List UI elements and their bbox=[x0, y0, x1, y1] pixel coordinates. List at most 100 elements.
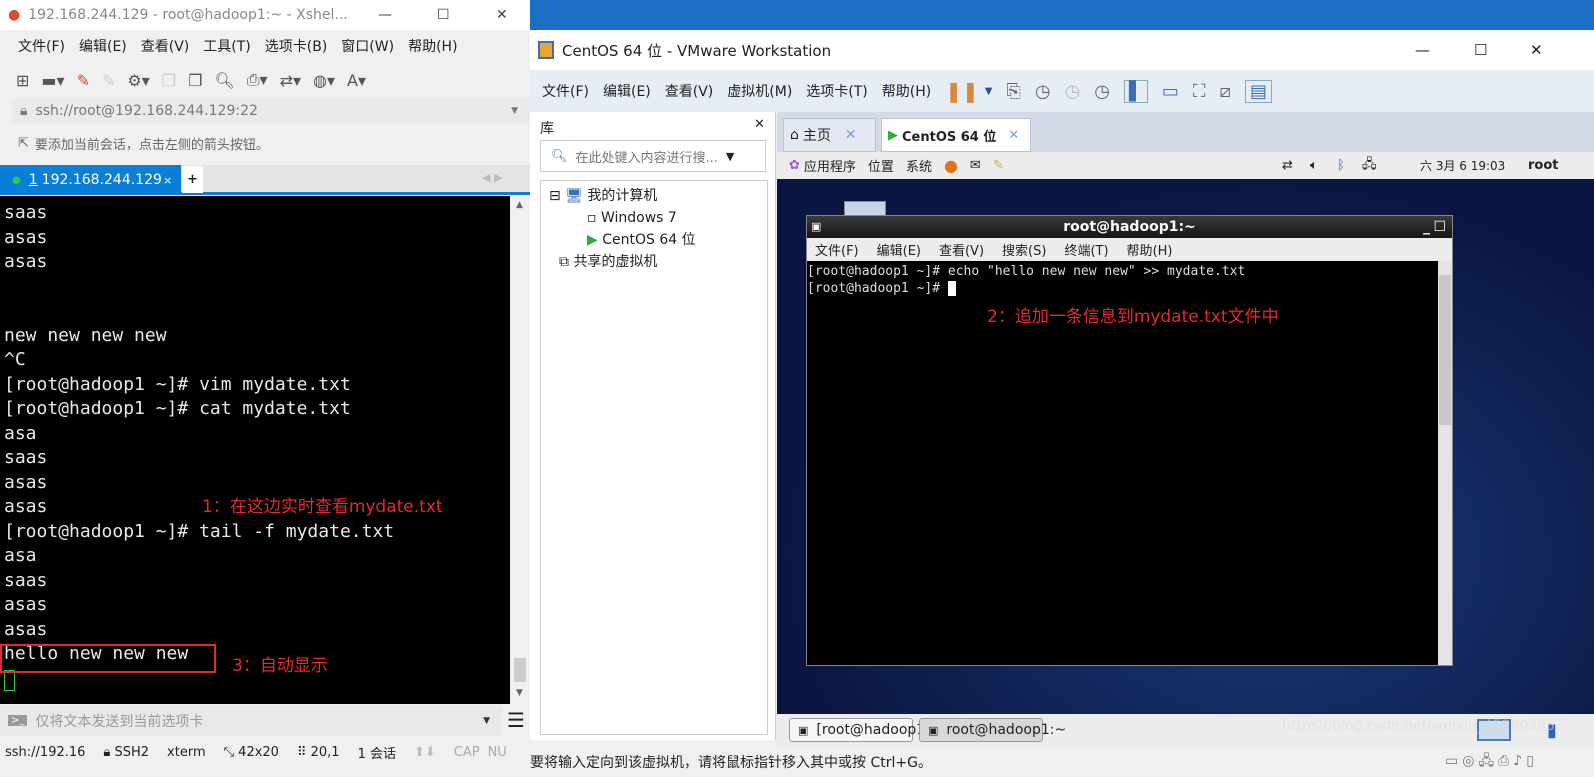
taskbar-item-terminal-2[interactable]: ▣ root@hadoop1:~ bbox=[919, 718, 1066, 742]
paste-icon[interactable]: ❐ bbox=[188, 71, 202, 90]
print-icon[interactable]: ⎙▾ bbox=[247, 70, 268, 90]
menu-file[interactable]: 文件(F) bbox=[815, 240, 859, 259]
maximize-button[interactable]: ☐ bbox=[437, 7, 450, 23]
menu-help[interactable]: 帮助(H) bbox=[408, 36, 457, 56]
menu-terminal[interactable]: 终端(T) bbox=[1064, 240, 1108, 259]
menu-help[interactable]: 帮助(H) bbox=[1127, 240, 1173, 259]
network-manager-icon[interactable]: 🖧 bbox=[1362, 155, 1377, 177]
guest-clock[interactable]: 六 3月 6 19:03 bbox=[1420, 157, 1505, 174]
send-input[interactable]: 仅将文本发送到当前选项卡 bbox=[35, 711, 203, 731]
tab-home[interactable]: ⌂ 主页 ✕ bbox=[783, 118, 876, 152]
bluetooth-icon[interactable]: ᛒ bbox=[1337, 158, 1345, 173]
library-close-icon[interactable]: ✕ bbox=[754, 117, 765, 132]
snapshot-icon[interactable]: ◷ bbox=[1035, 81, 1051, 102]
tree-shared-vms[interactable]: ⧉ 共享的虚拟机 bbox=[549, 251, 759, 273]
scrollbar-thumb[interactable] bbox=[1439, 275, 1451, 425]
address-bar[interactable]: 🔒︎ ssh://root@192.168.244.129:22 ▼ bbox=[12, 98, 530, 124]
send-ctrl-alt-del-icon[interactable]: ⎘ bbox=[1006, 81, 1020, 102]
minimize-button[interactable]: — bbox=[378, 7, 392, 23]
network-icon[interactable]: ⇄ bbox=[1282, 158, 1293, 173]
menu-window[interactable]: 窗口(W) bbox=[341, 36, 394, 56]
globe-icon[interactable]: ◍▾ bbox=[313, 71, 335, 90]
guest-terminal-scrollbar[interactable] bbox=[1438, 261, 1452, 665]
unity-icon[interactable]: ⧄ bbox=[1219, 81, 1230, 102]
maximize-button[interactable]: ☐ bbox=[1474, 41, 1487, 59]
menu-view[interactable]: 查看(V) bbox=[939, 240, 984, 259]
properties-icon[interactable]: ⚙▾ bbox=[127, 71, 149, 90]
firefox-icon[interactable]: ● bbox=[944, 156, 958, 175]
tab-centos[interactable]: ▶ CentOS 64 位 ✕ bbox=[881, 118, 1031, 152]
menu-edit[interactable]: 编辑(E) bbox=[603, 81, 651, 101]
revert-snapshot-icon[interactable]: ◷ bbox=[1065, 81, 1081, 102]
minimize-button[interactable]: _ bbox=[1423, 216, 1430, 238]
terminal-output[interactable]: saas asas asas new new new new ^C [root@hadoo… bbox=[0, 196, 510, 704]
menu-file[interactable]: 文件(F) bbox=[18, 36, 65, 56]
taskbar-item-terminal-1[interactable]: ▣ [root@hadoop1:~/... bbox=[789, 718, 960, 742]
close-button[interactable]: ✕ bbox=[1530, 41, 1543, 59]
find-icon[interactable]: 🔍︎ bbox=[214, 71, 234, 90]
open-folder-icon[interactable]: ▬▾ bbox=[41, 71, 64, 90]
scrollbar-thumb[interactable] bbox=[514, 658, 526, 682]
console-view-icon[interactable]: ▤ bbox=[1244, 79, 1272, 103]
menu-edit[interactable]: 编辑(E) bbox=[877, 240, 921, 259]
address-dropdown-icon[interactable]: ▼ bbox=[511, 106, 518, 116]
tree-vm-windows7[interactable]: ▫ Windows 7 bbox=[549, 207, 759, 229]
tree-vm-centos[interactable]: ▶ CentOS 64 位 bbox=[549, 229, 759, 251]
full-screen-icon[interactable]: ⛶ bbox=[1193, 81, 1206, 102]
pause-icon[interactable]: ❚❚ bbox=[945, 79, 979, 103]
menu-tabs[interactable]: 选项卡(T) bbox=[806, 81, 867, 101]
send-dropdown-icon[interactable]: ▼ bbox=[483, 716, 490, 726]
show-library-icon[interactable]: ▌ bbox=[1124, 79, 1148, 103]
tab-scroll-arrows-icon[interactable]: ◀ ▶ bbox=[482, 171, 502, 184]
copy-icon[interactable]: ❐ bbox=[162, 71, 176, 90]
menu-file[interactable]: 文件(F) bbox=[542, 81, 589, 101]
address-text[interactable]: ssh://root@192.168.244.129:22 bbox=[35, 103, 257, 119]
terminal-scrollbar[interactable]: ▲ ▼ bbox=[510, 196, 530, 704]
tab-close-icon[interactable]: ✕ bbox=[1008, 128, 1019, 143]
library-search[interactable]: 🔍︎ 在此处键入内容进行搜... ▼ bbox=[540, 140, 766, 172]
notes-icon[interactable]: ✎ bbox=[993, 158, 1004, 173]
snapshot-manager-icon[interactable]: ◷ bbox=[1094, 81, 1110, 102]
menu-search[interactable]: 搜索(S) bbox=[1002, 240, 1046, 259]
menu-tabs[interactable]: 选项卡(B) bbox=[265, 36, 328, 56]
menu-help[interactable]: 帮助(H) bbox=[882, 81, 931, 101]
guest-terminal-window[interactable]: ▣ root@hadoop1:~ _ ☐ 文件(F) 编辑(E) 查看(V) 搜… bbox=[806, 215, 1453, 666]
mail-icon[interactable]: ✉ bbox=[970, 158, 981, 173]
tab-close-icon[interactable]: × bbox=[163, 174, 172, 187]
close-button[interactable]: ✕ bbox=[496, 7, 508, 23]
terminal-line: [root@hadoop1 ~]# tail -f mydate.txt bbox=[4, 520, 395, 542]
tab-close-icon[interactable]: ✕ bbox=[845, 127, 857, 143]
menu-edit[interactable]: 编辑(E) bbox=[79, 36, 127, 56]
annotation-3: 3：自动显示 bbox=[232, 656, 328, 676]
connect-icon[interactable]: ✎ bbox=[77, 71, 90, 90]
tab-session-1[interactable]: ● 1 192.168.244.129 × bbox=[0, 165, 181, 195]
volume-icon[interactable]: 🔈︎ bbox=[1310, 158, 1318, 173]
guest-menu-system[interactable]: 系统 bbox=[906, 156, 932, 175]
font-icon[interactable]: A▾ bbox=[347, 71, 366, 90]
guest-terminal-titlebar[interactable]: ▣ root@hadoop1:~ _ ☐ bbox=[807, 216, 1452, 238]
pause-dropdown-icon[interactable]: ▼ bbox=[985, 86, 993, 97]
minimize-button[interactable]: — bbox=[1415, 41, 1430, 59]
new-tab-button[interactable]: + bbox=[182, 166, 203, 193]
status-cursor-pos: ⠿ 20,1 bbox=[296, 744, 340, 760]
send-bar[interactable]: >_ 仅将文本发送到当前选项卡 ▼ bbox=[0, 705, 502, 736]
search-dropdown-icon[interactable]: ▼ bbox=[726, 150, 734, 163]
search-input[interactable]: 在此处键入内容进行搜... bbox=[576, 147, 718, 166]
transfer-icon[interactable]: ⇄▾ bbox=[280, 71, 301, 90]
guest-terminal-output[interactable]: [root@hadoop1 ~]# echo "hello new new ne… bbox=[807, 261, 1452, 297]
new-session-icon[interactable]: ⊞ bbox=[16, 71, 29, 90]
add-session-arrow-icon[interactable]: ⇱ bbox=[18, 136, 29, 151]
hamburger-menu-icon[interactable]: ☰ bbox=[507, 708, 525, 732]
menu-vm[interactable]: 虚拟机(M) bbox=[727, 81, 792, 101]
menu-view[interactable]: 查看(V) bbox=[141, 36, 190, 56]
guest-menu-applications[interactable]: 应用程序 bbox=[804, 156, 856, 175]
menu-view[interactable]: 查看(V) bbox=[665, 81, 714, 101]
guest-menu-places[interactable]: 位置 bbox=[868, 156, 894, 175]
maximize-button[interactable]: ☐ bbox=[1433, 216, 1446, 238]
device-icons[interactable]: ▭◎🖧⎙♪▯ bbox=[1445, 750, 1538, 774]
guest-user[interactable]: root bbox=[1528, 158, 1559, 173]
thumbnail-bar-icon[interactable]: ▭ bbox=[1162, 81, 1179, 102]
tree-my-computer[interactable]: ⊟ 🖥︎ 我的计算机 bbox=[549, 185, 759, 207]
disconnect-icon[interactable]: ✎ bbox=[102, 71, 115, 90]
menu-tools[interactable]: 工具(T) bbox=[203, 36, 250, 56]
